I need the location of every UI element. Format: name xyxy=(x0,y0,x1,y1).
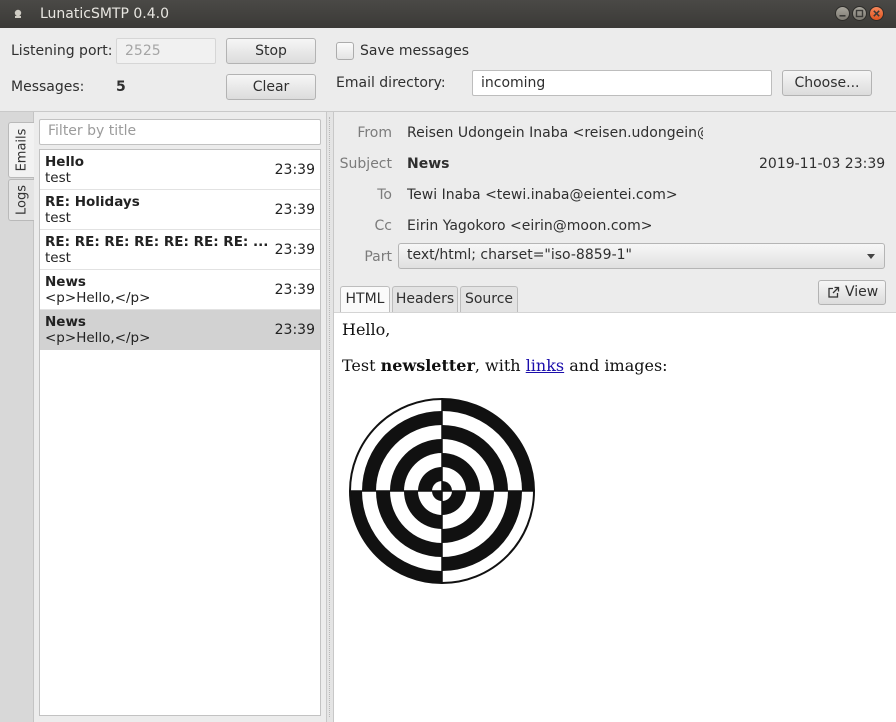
tab-headers[interactable]: Headers xyxy=(392,286,458,312)
messages-count: 5 xyxy=(116,79,126,95)
title-bar: LunaticSMTP 0.4.0 xyxy=(0,0,896,28)
server-controls: Listening port: 2525 Stop Messages: 5 Cl… xyxy=(0,28,896,112)
email-detail-pane: From Reisen Udongein Inaba <reisen.udong… xyxy=(334,112,896,722)
maximize-icon xyxy=(855,9,864,18)
email-title: News xyxy=(45,274,86,290)
part-select-value: text/html; charset="iso-8859-1" xyxy=(407,247,632,263)
app-icon xyxy=(14,9,22,18)
close-icon xyxy=(873,10,880,17)
clear-button[interactable]: Clear xyxy=(226,74,316,100)
message-line-2: Test newsletter, with links and images: xyxy=(342,356,668,375)
port-input[interactable]: 2525 xyxy=(116,38,216,64)
email-title: Hello xyxy=(45,154,84,170)
email-time: 23:39 xyxy=(274,242,315,258)
email-time: 23:39 xyxy=(274,322,315,338)
to-value: Tewi Inaba <tewi.inaba@eientei.com> xyxy=(407,187,678,203)
part-select[interactable]: text/html; charset="iso-8859-1" xyxy=(398,243,885,269)
message-line-1: Hello, xyxy=(342,320,391,339)
window-title: LunaticSMTP 0.4.0 xyxy=(40,6,169,22)
pane-splitter[interactable] xyxy=(326,112,334,722)
email-title: RE: Holidays xyxy=(45,194,140,210)
email-list-item[interactable]: RE: Holidays test 23:39 xyxy=(40,190,320,230)
subject-value: News xyxy=(407,156,450,172)
email-directory-input[interactable]: incoming xyxy=(472,70,772,96)
tab-html[interactable]: HTML xyxy=(340,286,390,313)
cc-label: Cc xyxy=(374,218,392,234)
cc-value: Eirin Yagokoro <eirin@moon.com> xyxy=(407,218,653,234)
email-title: RE: RE: RE: RE: RE: RE: RE: ... xyxy=(45,234,267,250)
email-title: News xyxy=(45,314,86,330)
to-label: To xyxy=(377,187,392,203)
chevron-down-icon xyxy=(867,254,875,259)
links-link[interactable]: links xyxy=(526,356,564,375)
newsletter-bold: newsletter xyxy=(380,356,475,375)
minimize-icon xyxy=(839,15,846,17)
view-button-label: View xyxy=(845,284,879,300)
email-time: 23:39 xyxy=(274,162,315,178)
email-list-item[interactable]: Hello test 23:39 xyxy=(40,150,320,190)
minimize-button[interactable] xyxy=(835,6,850,21)
email-time: 23:39 xyxy=(274,202,315,218)
filter-input[interactable]: Filter by title xyxy=(39,119,321,145)
tab-logs-label: Logs xyxy=(14,185,29,215)
tab-source[interactable]: Source xyxy=(460,286,518,312)
side-tabs: Emails Logs xyxy=(0,112,34,722)
port-label: Listening port: xyxy=(11,43,113,59)
tab-logs[interactable]: Logs xyxy=(8,179,34,221)
subject-label: Subject xyxy=(339,156,392,172)
email-list-item-selected[interactable]: News <p>Hello,</p> 23:39 xyxy=(40,310,320,350)
email-list: Hello test 23:39 RE: Holidays test 23:39… xyxy=(39,149,321,716)
part-label: Part xyxy=(364,249,392,265)
view-button[interactable]: View xyxy=(818,280,886,305)
email-list-item[interactable]: News <p>Hello,</p> 23:39 xyxy=(40,270,320,310)
stop-button[interactable]: Stop xyxy=(226,38,316,64)
target-image xyxy=(349,398,535,584)
date-value: 2019-11-03 23:39 xyxy=(759,156,886,172)
email-list-pane: Filter by title Hello test 23:39 RE: Hol… xyxy=(34,112,326,722)
from-value: Reisen Udongein Inaba <reisen.udongein@m xyxy=(407,125,703,141)
close-button[interactable] xyxy=(869,6,884,21)
from-label: From xyxy=(357,125,392,141)
tab-emails-label: Emails xyxy=(14,128,29,172)
email-list-item[interactable]: RE: RE: RE: RE: RE: RE: RE: ... test 23:… xyxy=(40,230,320,270)
choose-button[interactable]: Choose... xyxy=(782,70,872,96)
message-body: Hello, Test newsletter, with links and i… xyxy=(334,312,896,722)
messages-label: Messages: xyxy=(11,79,85,95)
save-messages-checkbox[interactable] xyxy=(336,42,354,60)
external-link-icon xyxy=(828,286,840,298)
maximize-button[interactable] xyxy=(852,6,867,21)
tab-emails[interactable]: Emails xyxy=(8,122,34,178)
email-directory-label: Email directory: xyxy=(336,75,446,91)
save-messages-label: Save messages xyxy=(360,43,470,59)
email-time: 23:39 xyxy=(274,282,315,298)
